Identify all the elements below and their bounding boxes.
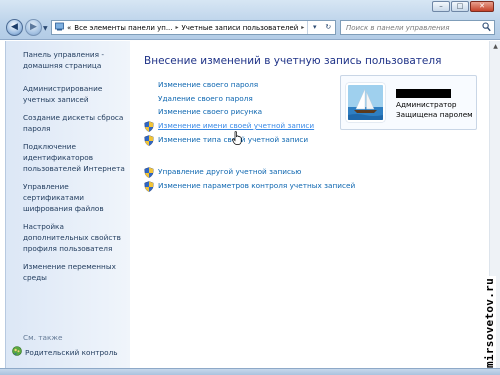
sidebar-link-environment-variables[interactable]: Изменение переменных среды (6, 261, 130, 283)
tasks-pane: Панель управления - домашняя страница Ад… (5, 41, 130, 368)
arrow-left-icon: ◀ (11, 22, 18, 32)
breadcrumb-separator[interactable]: ▸ (301, 24, 304, 31)
sidebar-link-encryption-certificates[interactable]: Управление сертификатами шифрования файл… (6, 181, 130, 214)
sidebar-link-manage-accounts[interactable]: Администрирование учетных записей (6, 83, 130, 105)
address-overflow-chevron[interactable]: « (67, 24, 71, 32)
task-change-picture[interactable]: Изменение своего рисунка (158, 107, 262, 116)
watermark-text: mirsovetov.ru (483, 276, 496, 370)
scroll-up-arrow-icon[interactable]: ▲ (490, 41, 500, 52)
uac-shield-icon (144, 167, 154, 178)
sidebar-link-link-online-ids[interactable]: Подключение идентификаторов пользователе… (6, 141, 130, 174)
close-button[interactable]: ✕ (470, 1, 494, 12)
breadcrumb-separator[interactable]: ▸ (176, 24, 179, 31)
sidebar-link-advanced-profile[interactable]: Настройка дополнительных свойств профиля… (6, 221, 130, 254)
hand-pointer-cursor (232, 131, 242, 145)
window-bottom-frame (0, 368, 500, 375)
task-rename-account[interactable]: Изменение имени своей учетной записи (158, 121, 314, 130)
see-also-label: См. также (23, 333, 63, 342)
breadcrumb-user-accounts[interactable]: Учетные записи пользователей (182, 24, 299, 32)
address-dropdown-icon[interactable]: ▾ (308, 21, 322, 34)
arrow-right-icon: ▶ (30, 22, 37, 32)
back-button[interactable]: ◀ (6, 19, 23, 36)
address-bar-controls: ▾ ↻ (307, 21, 335, 34)
window-titlebar: – □ ✕ ◀ ▶ ▼ « Все элементы панели уп... … (0, 0, 500, 40)
uac-shield-icon (144, 121, 154, 132)
minimize-button[interactable]: – (432, 1, 450, 12)
recent-pages-dropdown[interactable]: ▼ (43, 25, 48, 32)
task-change-password[interactable]: Изменение своего пароля (158, 80, 258, 89)
main-content: Внесение изменений в учетную запись поль… (130, 41, 489, 368)
task-manage-another-account[interactable]: Управление другой учетной записью (158, 167, 301, 176)
page-title: Внесение изменений в учетную запись поль… (144, 55, 442, 67)
sidebar-home-link[interactable]: Панель управления - домашняя страница (6, 49, 130, 71)
sidebar-link-password-reset-disk[interactable]: Создание дискеты сброса пароля (6, 112, 130, 134)
user-avatar[interactable] (346, 83, 385, 122)
refresh-icon[interactable]: ↻ (322, 21, 336, 34)
uac-shield-icon (144, 135, 154, 146)
window-controls: – □ ✕ (432, 1, 494, 12)
task-uac-settings[interactable]: Изменение параметров контроля учетных за… (158, 181, 355, 190)
user-password-status: Защищена паролем (396, 110, 473, 119)
parental-control-link[interactable]: Родительский контроль (12, 346, 118, 358)
task-remove-password[interactable]: Удаление своего пароля (158, 94, 253, 103)
user-account-card: Администратор Защищена паролем (340, 75, 477, 130)
address-bar[interactable]: « Все элементы панели уп... ▸ Учетные за… (51, 20, 336, 35)
search-input[interactable] (346, 23, 476, 32)
control-panel-icon (55, 22, 64, 33)
breadcrumb-all-control-panel-items[interactable]: Все элементы панели уп... (74, 24, 172, 32)
parental-control-icon (12, 346, 22, 358)
search-icon[interactable] (482, 22, 491, 35)
maximize-button[interactable]: □ (451, 1, 469, 12)
search-box[interactable] (340, 20, 495, 35)
parental-control-label: Родительский контроль (25, 347, 118, 357)
user-role: Администратор (396, 100, 457, 109)
username-redacted (396, 89, 451, 98)
sidebar-task-list: Администрирование учетных записей Создан… (6, 83, 130, 283)
uac-shield-icon (144, 181, 154, 192)
forward-button[interactable]: ▶ (25, 19, 42, 36)
